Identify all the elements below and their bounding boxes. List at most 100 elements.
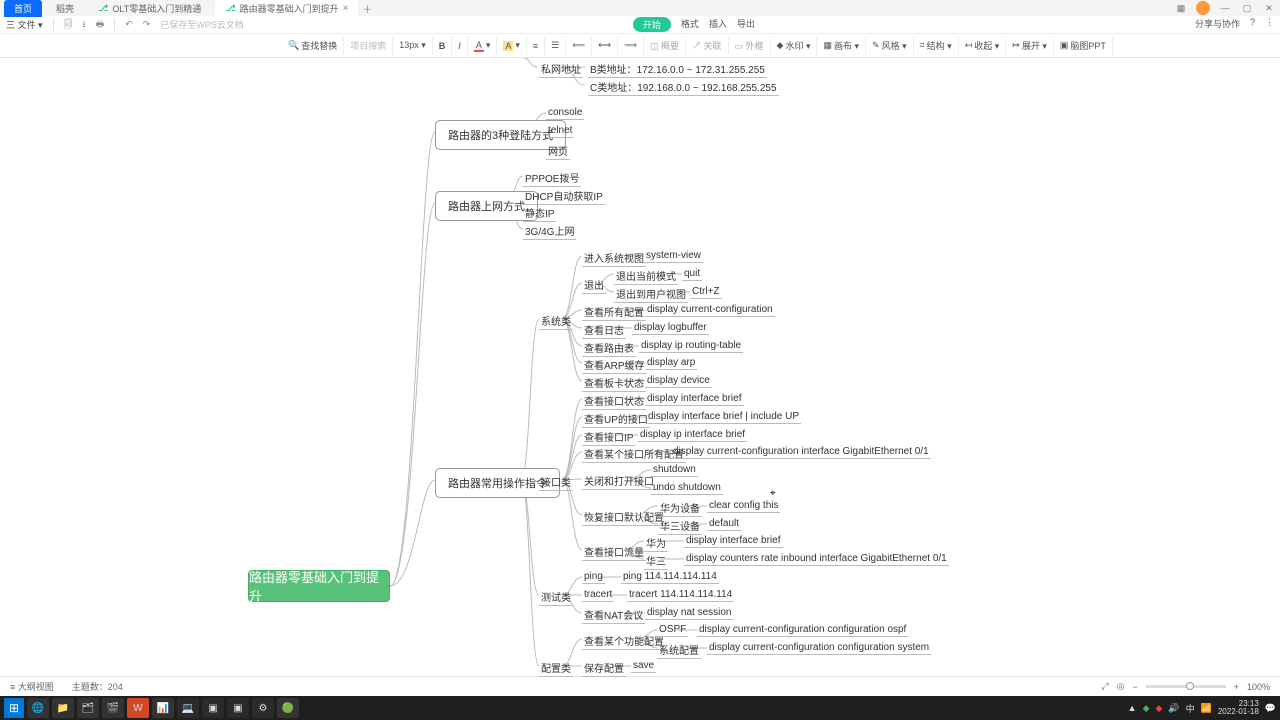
structure-menu[interactable]: ⌗ 结构 ▾ [914,37,959,55]
node-width-inc[interactable]: ⟹ [618,37,644,55]
watermark[interactable]: ◆ 水印 ▾ [771,37,818,55]
node-exit[interactable]: 退出 [582,276,606,294]
undo-icon[interactable]: ↶ [125,19,133,30]
grid-icon[interactable]: ▦ [1174,3,1188,14]
node-ping-cmd[interactable]: ping 114.114.114.114 [621,570,719,584]
node-width-dec[interactable]: ⟸ [566,37,592,55]
node-3g4g[interactable]: 3G/4G上网 [523,222,576,240]
node-ctrlz[interactable]: Ctrl+Z [690,285,722,299]
node-log[interactable]: 查看日志 [582,321,626,339]
taskbar-app[interactable]: 📊 [152,698,174,718]
notification-icon[interactable]: 💬 [1265,703,1276,714]
open-button[interactable]: 开始 [633,17,671,32]
zoom-out-icon[interactable]: − [1132,682,1137,692]
node-rt[interactable]: 查看路由表 [582,339,636,357]
summary-button[interactable]: ◫ 概要 [644,37,686,55]
node-save[interactable]: 保存配置 [582,659,626,677]
menu-format[interactable]: 格式 [681,17,699,32]
avatar[interactable] [1196,1,1210,15]
taskbar-app[interactable]: 🌐 [27,698,49,718]
node-nat-cmd[interactable]: display nat session [645,606,734,620]
taskbar-app[interactable]: ⚙ [252,698,274,718]
view-switch[interactable]: ≡ 大纲视图 [10,680,54,693]
node-nat[interactable]: 查看NAT会议 [582,606,645,624]
taskbar-app[interactable]: W [127,698,149,718]
canvas-menu[interactable]: ▦ 画布 ▾ [817,37,866,55]
tab-olt[interactable]: ⎇OLT零基础入门到精通 [88,0,211,17]
search-button[interactable]: 🔍 查找替换 [282,37,344,55]
style-menu[interactable]: ✎ 风格 ▾ [866,37,914,55]
node-quit[interactable]: quit [682,267,702,281]
menu-insert[interactable]: 插入 [709,17,727,32]
node-exit-user[interactable]: 退出到用户视图 [614,285,688,303]
root-node[interactable]: 路由器零基础入门到提升 [248,570,390,602]
file-menu[interactable]: 三 文件 ▾ [6,18,43,31]
node-hw-cmd[interactable]: clear config this [707,499,780,513]
node-hw[interactable]: 华为设备 [658,499,702,517]
node-syscfg-cmd[interactable]: display current-configuration configurat… [707,641,931,655]
list-button[interactable]: ☰ [545,37,566,55]
node-if[interactable]: 接口类 [539,473,573,491]
node-traf-hw[interactable]: 华为 [644,534,668,552]
minimize-icon[interactable]: — [1218,3,1232,13]
node-ifup[interactable]: 查看UP的接口 [582,410,650,428]
node-save-cmd[interactable]: save [631,659,656,673]
node-ifstat-cmd[interactable]: display interface brief [645,392,744,406]
node-h3c-cmd[interactable]: default [707,517,741,531]
boundary-button[interactable]: ▭ 外框 [729,37,771,55]
node-pppoe[interactable]: PPPOE拨号 [523,169,581,187]
node-syscfg[interactable]: 系统配置 [657,641,701,659]
node-width-reset[interactable]: ⟷ [592,37,618,55]
node-sys[interactable]: 系统类 [539,312,573,330]
node-ospf[interactable]: OSPF [657,623,688,637]
font-size[interactable]: 13px ▾ [393,37,433,55]
node-traf-h3c-cmd[interactable]: display counters rate inbound interface … [684,552,949,566]
node-cfg[interactable]: 配置类 [539,659,573,677]
ppt-button[interactable]: ▣ 脑图PPT [1054,37,1113,55]
node-test[interactable]: 测试类 [539,588,573,606]
node-tracert[interactable]: tracert [582,588,614,602]
bg-color[interactable]: A▾ [497,37,527,55]
taskbar-app[interactable]: 🎬 [102,698,124,718]
fit-icon[interactable]: ⤢ [1101,681,1108,692]
font-color[interactable]: A▾ [468,37,498,55]
bold-button[interactable]: B [433,37,453,55]
target-icon[interactable]: ◎ [1117,681,1125,692]
download-icon[interactable]: ⭳ [83,17,86,33]
node-log-cmd[interactable]: display logbuffer [632,321,709,335]
node-web[interactable]: 网页 [546,142,570,160]
node-enter-cmd[interactable]: system-view [644,249,703,263]
node-static[interactable]: 静态IP [523,204,556,222]
more-icon[interactable]: ⋮ [1265,17,1274,32]
redo-icon[interactable]: ↷ [143,19,151,30]
node-allcfg[interactable]: 查看所有配置 [582,303,646,321]
start-button[interactable]: ⊞ [4,698,24,718]
node-func[interactable]: 查看某个功能配置 [582,632,666,650]
node-ifip-cmd[interactable]: display ip interface brief [638,428,747,442]
zoom-label[interactable]: 100% [1247,682,1270,692]
maximize-icon[interactable]: ▢ [1240,3,1254,14]
taskbar-app[interactable]: 📁 [52,698,74,718]
expand-menu[interactable]: ↦ 展开 ▾ [1006,37,1054,55]
taskbar-app[interactable]: ▣ [202,698,224,718]
node-telnet[interactable]: telnet [546,124,574,138]
align-button[interactable]: ≡ [527,37,545,55]
zoom-slider[interactable] [1146,685,1226,688]
node-traf-h3c[interactable]: 华三 [644,552,668,570]
tab-docer[interactable]: 稻壳 [46,0,84,17]
node-shutdown[interactable]: shutdown [651,463,698,477]
node-allcfg-cmd[interactable]: display current-configuration [645,303,775,317]
node-arp-cmd[interactable]: display arp [645,356,697,370]
node-ping[interactable]: ping [582,570,605,584]
project-search[interactable]: 项目搜索 [344,37,393,55]
node-enter[interactable]: 进入系统视图 [582,249,646,267]
system-tray[interactable]: ▲◆◆🔊中📶 23:132022-01-18 💬 [1128,700,1276,716]
collapse-menu[interactable]: ↤ 收起 ▾ [959,37,1007,55]
node-undoshut[interactable]: undo shutdown [651,481,723,495]
clock[interactable]: 23:132022-01-18 [1218,700,1259,716]
node-shut[interactable]: 关闭和打开接口 [582,472,656,490]
node-dhcp[interactable]: DHCP自动获取IP [523,187,605,205]
node-ifup-cmd[interactable]: display interface brief | include UP [646,410,801,424]
zoom-in-icon[interactable]: + [1234,682,1239,692]
taskbar-app[interactable]: 🗂 [77,698,99,718]
